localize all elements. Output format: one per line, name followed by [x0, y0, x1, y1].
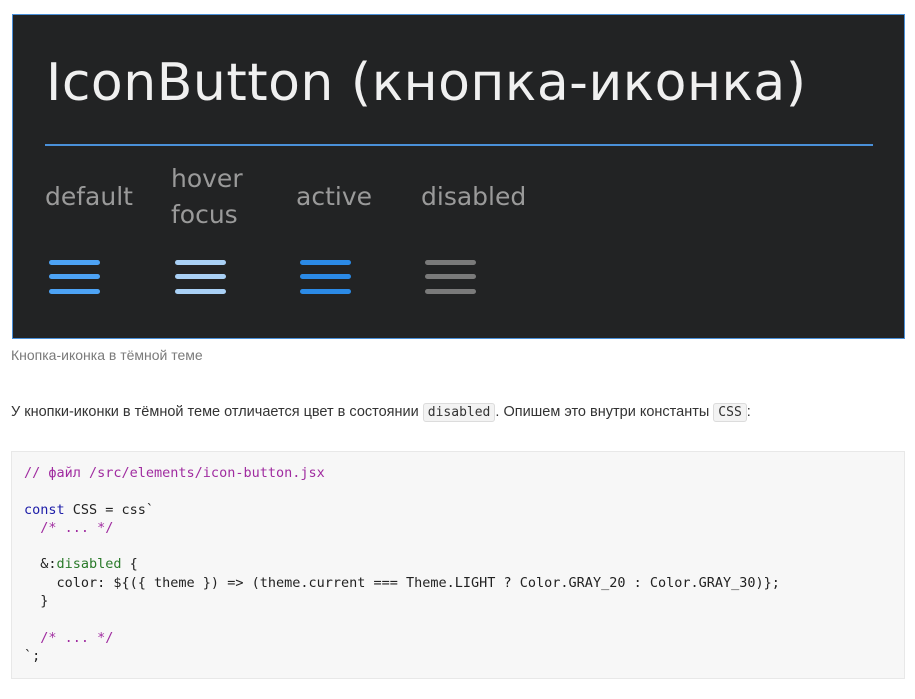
menu-icon-bar [175, 289, 226, 294]
figure-caption: Кнопка-иконка в тёмной теме [11, 347, 203, 363]
menu-icon-button-default[interactable] [49, 260, 100, 296]
menu-icon-bar [49, 289, 100, 294]
state-label-disabled: disabled [421, 182, 527, 211]
state-label-default: default [45, 182, 133, 211]
preview-title: IconButton (кнопка-иконка) [46, 53, 807, 113]
inline-code-css: CSS [713, 403, 747, 422]
menu-icon-button-hover[interactable] [175, 260, 226, 296]
state-label-active: active [296, 182, 372, 211]
state-label-hover-focus: hover focus [171, 164, 243, 229]
menu-icon-button-active[interactable] [300, 260, 351, 296]
menu-icon-bar [175, 260, 226, 265]
title-divider [45, 144, 873, 146]
menu-icon-bar [425, 289, 476, 294]
description-paragraph: У кнопки-иконки в тёмной теме отличается… [11, 403, 751, 422]
menu-icon-bar [425, 274, 476, 279]
menu-icon-bar [49, 274, 100, 279]
menu-icon-bar [300, 260, 351, 265]
code-block: // файл /src/elements/icon-button.jsx co… [11, 451, 905, 679]
menu-icon-bar [300, 274, 351, 279]
inline-code-disabled: disabled [422, 403, 496, 422]
menu-icon-bar [300, 289, 351, 294]
menu-icon-bar [425, 260, 476, 265]
menu-icon-button-disabled [425, 260, 476, 296]
menu-icon-bar [175, 274, 226, 279]
menu-icon-bar [49, 260, 100, 265]
dark-theme-preview: IconButton (кнопка-иконка) default hover… [12, 14, 905, 339]
